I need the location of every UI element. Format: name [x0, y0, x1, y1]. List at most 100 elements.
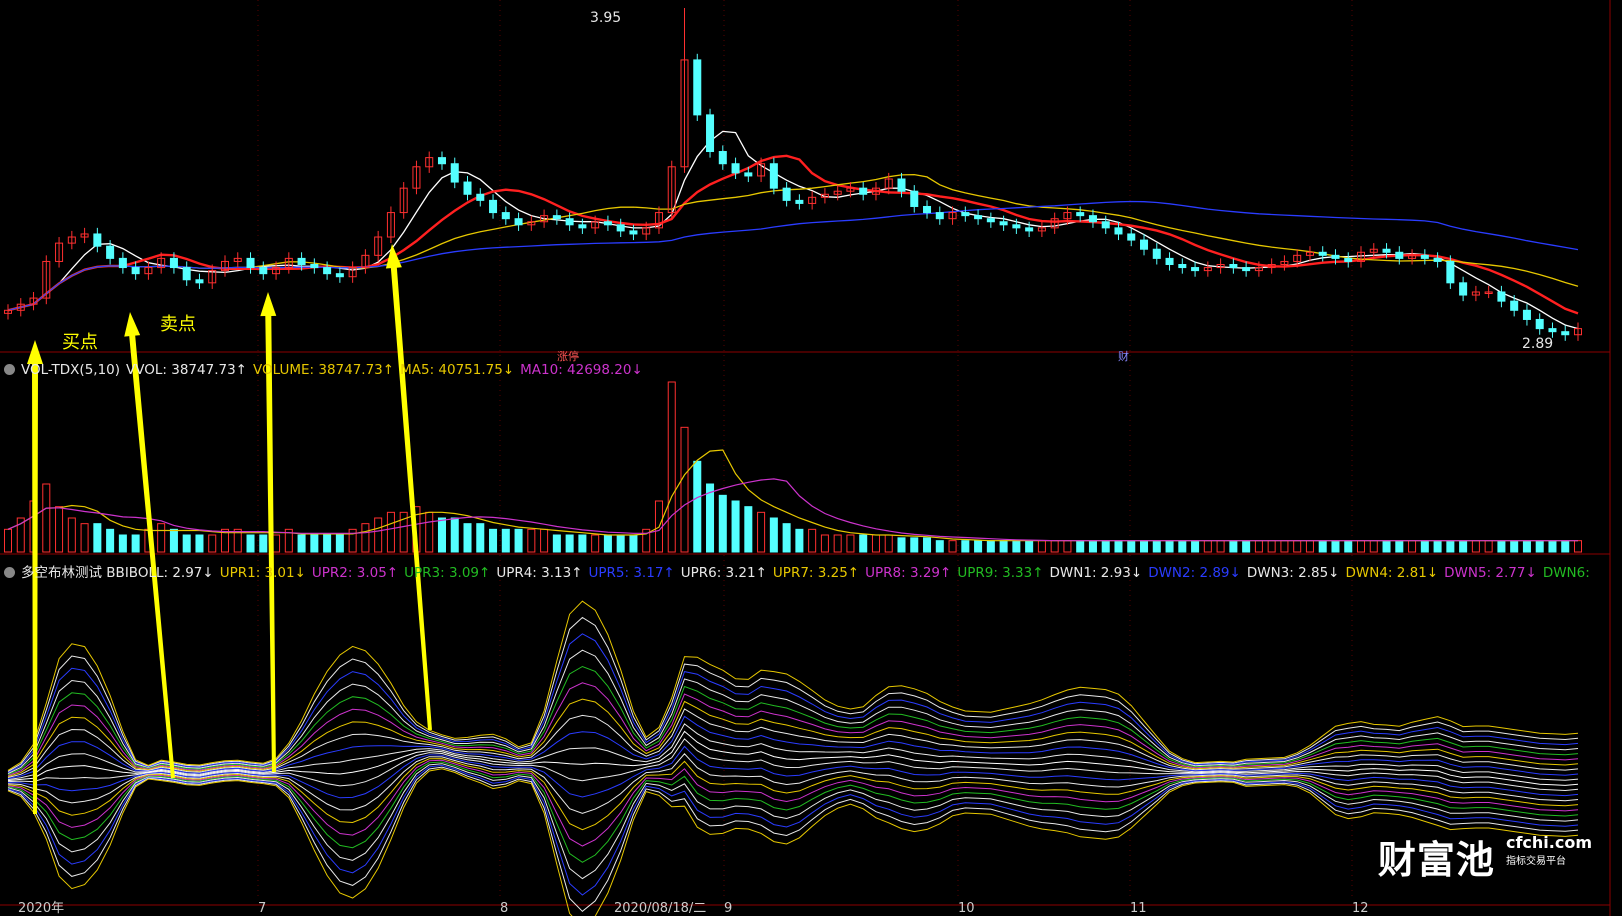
- candle-body: [297, 257, 306, 265]
- x-axis-label: 10: [958, 901, 975, 916]
- grid-lines: [0, 0, 1611, 916]
- volume-bar: [1446, 540, 1455, 553]
- legend-entry: UPR6: 3.21↑: [680, 565, 767, 581]
- chart-canvas: [0, 0, 1611, 916]
- volume-bar: [820, 534, 829, 553]
- candle-body: [999, 221, 1008, 226]
- volume-bar: [169, 528, 178, 553]
- volume-bar: [1293, 540, 1302, 553]
- volume-bar: [731, 500, 740, 553]
- volume-bar: [986, 540, 995, 553]
- candle-body: [923, 205, 932, 214]
- volume-ma-lines: [7, 449, 1578, 542]
- candle-body: [1318, 251, 1327, 256]
- x-axis-label: 9: [724, 901, 733, 916]
- volume-bar: [310, 534, 319, 553]
- volume-ma-line: [7, 478, 1578, 542]
- candle-body: [335, 273, 344, 278]
- volume-bar: [323, 534, 332, 553]
- volume-bar: [1191, 540, 1200, 553]
- legend-entry: 多空布林测试 BBIBOLL: 2.97↓: [21, 565, 214, 581]
- legend-entry: DWN1: 2.93↓: [1049, 565, 1143, 581]
- candle-body: [93, 233, 102, 247]
- volume-bar: [1178, 540, 1187, 553]
- volume-bar: [846, 534, 855, 553]
- volume-bar: [501, 528, 510, 553]
- candle-body: [616, 224, 625, 232]
- volume-bar: [1305, 540, 1314, 553]
- candle-body: [1025, 227, 1034, 232]
- volume-bar: [744, 506, 753, 553]
- volume-bar: [1063, 540, 1072, 553]
- candle-body: [1535, 318, 1544, 330]
- volume-bar: [1165, 540, 1174, 553]
- candle-body: [1459, 282, 1468, 296]
- volume-bar: [1471, 540, 1480, 553]
- volume-bar: [195, 534, 204, 553]
- volume-bar: [999, 540, 1008, 553]
- volume-bar: [897, 537, 906, 553]
- candle-body: [1191, 267, 1200, 272]
- volume-bar: [1331, 540, 1340, 553]
- volume-bar: [1318, 540, 1327, 553]
- candle-body: [603, 221, 612, 226]
- candle-body: [1382, 248, 1391, 253]
- volume-bar: [1382, 540, 1391, 553]
- volume-bar: [106, 528, 115, 553]
- candle-body: [1497, 291, 1506, 302]
- volume-legend: VOL-TDX(5,10) VVOL: 38747.73↑ VOLUME: 3874…: [4, 362, 655, 378]
- x-axis-label: 7: [258, 901, 267, 916]
- legend-entry: MA10: 42698.20↓: [520, 362, 643, 378]
- candle-body: [1178, 264, 1187, 269]
- volume-bar: [1433, 540, 1442, 553]
- volume-bar: [667, 381, 676, 553]
- volume-bar: [757, 511, 766, 553]
- volume-bar: [80, 523, 89, 553]
- volume-bar: [1561, 540, 1570, 553]
- volume-bar: [425, 511, 434, 553]
- volume-bar: [1152, 540, 1161, 553]
- volume-bar: [1535, 540, 1544, 553]
- candle-body: [131, 267, 140, 275]
- annotation-arrow: [385, 244, 432, 731]
- legend-entry: MA5: 40751.75↓: [400, 362, 515, 378]
- candle-body: [310, 264, 319, 269]
- candle-body: [1088, 215, 1097, 223]
- volume-bar: [1356, 540, 1366, 553]
- x-axis-label: 2020年: [18, 901, 65, 916]
- candle-body: [1420, 254, 1429, 259]
- volume-bar: [374, 517, 383, 553]
- candle-body: [182, 267, 191, 281]
- candle-body: [489, 199, 498, 214]
- volume-bar: [565, 534, 574, 553]
- legend-entry: UPR8: 3.29↑: [865, 565, 952, 581]
- legend-entry: DWN4: 2.81↓: [1345, 565, 1439, 581]
- panel-toggle-icon[interactable]: [4, 364, 15, 375]
- volume-bar: [859, 534, 868, 553]
- volume-bar: [1076, 540, 1085, 553]
- candle-body: [169, 257, 178, 269]
- x-axis-label: 2020/08/18/二: [614, 901, 707, 916]
- volume-bar: [1254, 540, 1263, 553]
- volume-bar: [157, 523, 166, 553]
- ma-line: [7, 130, 1579, 330]
- candle-body: [1561, 331, 1570, 336]
- volume-bar: [131, 534, 140, 553]
- legend-entry: UPR2: 3.05↑: [311, 565, 399, 581]
- volume-bar: [1216, 540, 1225, 553]
- legend-entry: UPR3: 3.09↑: [404, 565, 491, 581]
- legend-entry: DWN5: 2.77↓: [1444, 565, 1537, 581]
- candle-body: [706, 114, 715, 153]
- panel-toggle-icon[interactable]: [4, 567, 15, 578]
- candle-body: [514, 218, 523, 226]
- volume-bar: [67, 517, 76, 553]
- legend-entry: DWN3: 2.85↓: [1246, 565, 1340, 581]
- moving-average-lines: [7, 130, 1579, 330]
- volume-bar: [578, 534, 587, 553]
- volume-bar: [208, 534, 217, 553]
- candle-body: [1446, 260, 1455, 284]
- volume-bar: [680, 426, 689, 553]
- candle-body: [1331, 254, 1340, 259]
- volume-bar: [463, 523, 472, 553]
- volume-bar: [1114, 540, 1123, 553]
